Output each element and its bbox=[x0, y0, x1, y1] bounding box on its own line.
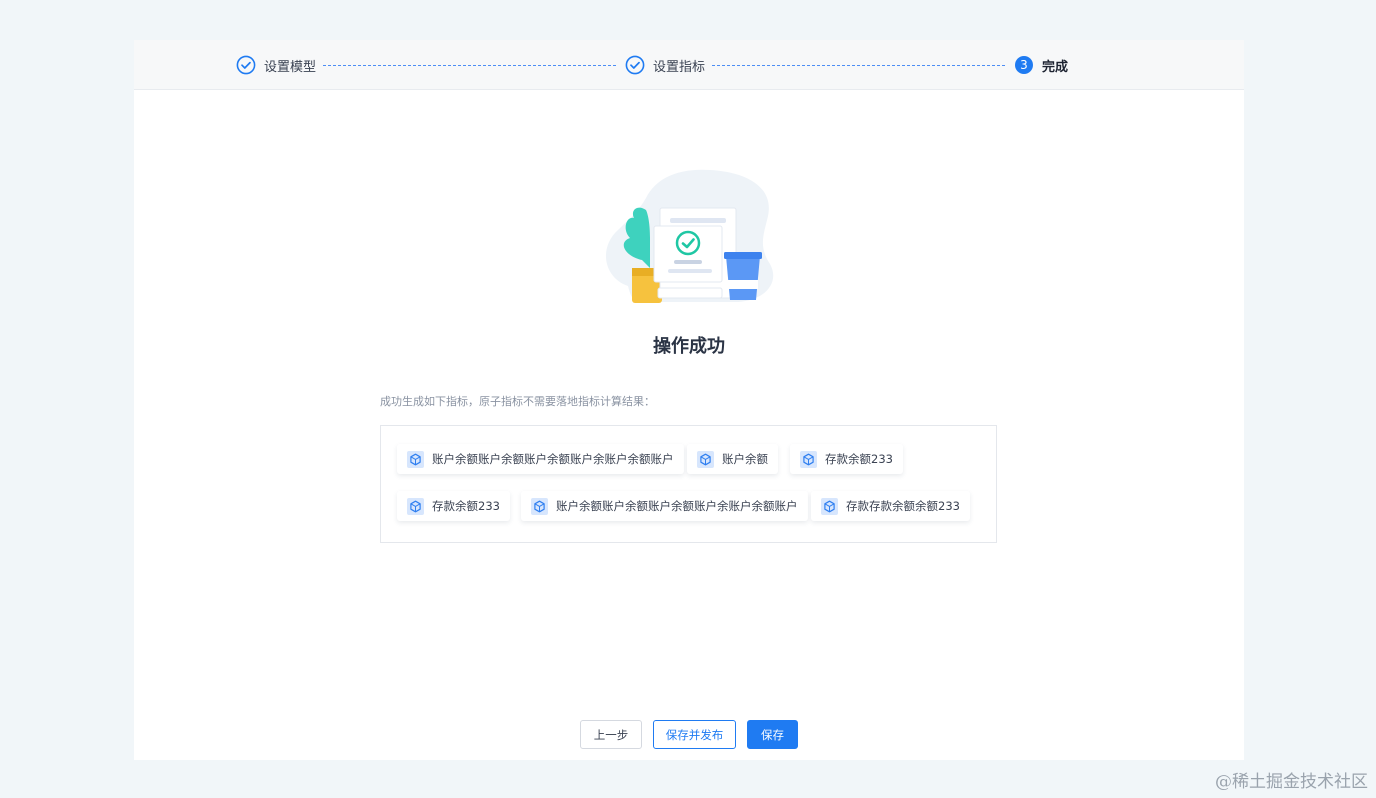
metric-chip[interactable]: 存款存款余额余额233 bbox=[811, 491, 970, 521]
step-set-model[interactable]: 设置模型 bbox=[236, 55, 316, 75]
metric-label: 账户余额账户余额账户余额账户余账户余额账户 bbox=[432, 452, 674, 466]
metric-cube-icon bbox=[697, 450, 714, 468]
step-complete[interactable]: 3 完成 bbox=[1015, 55, 1068, 75]
watermark: @稀土掘金技术社区 bbox=[1215, 772, 1368, 792]
steps-bar: 设置模型 设置指标 3 完成 bbox=[134, 40, 1244, 90]
metric-label: 账户余额账户余额账户余额账户余账户余额账户 bbox=[556, 499, 798, 513]
result-description: 成功生成如下指标，原子指标不需要落地指标计算结果： bbox=[380, 395, 655, 408]
metric-chip[interactable]: 账户余额账户余额账户余额账户余账户余额账户 bbox=[397, 444, 684, 474]
metric-cube-icon bbox=[821, 497, 838, 515]
step-label: 设置指标 bbox=[653, 59, 706, 75]
result-title: 操作成功 bbox=[653, 336, 725, 357]
metric-chip[interactable]: 存款余额233 bbox=[790, 444, 903, 474]
metric-chip[interactable]: 账户余额账户余额账户余额账户余账户余额账户 bbox=[521, 491, 808, 521]
metric-chip[interactable]: 账户余额 bbox=[687, 444, 778, 474]
metric-chip[interactable]: 存款余额233 bbox=[397, 491, 510, 521]
metric-cube-icon bbox=[531, 497, 548, 515]
check-circle-icon bbox=[625, 55, 645, 75]
success-illustration bbox=[605, 169, 774, 303]
step-set-metrics[interactable]: 设置指标 bbox=[625, 55, 705, 75]
metric-cube-icon bbox=[800, 450, 817, 468]
metric-cube-icon bbox=[407, 497, 424, 515]
save-button[interactable]: 保存 bbox=[747, 720, 798, 749]
step-number-badge: 3 bbox=[1015, 56, 1033, 74]
previous-step-button[interactable]: 上一步 bbox=[580, 720, 642, 749]
step-connector bbox=[712, 65, 1005, 66]
save-and-publish-button[interactable]: 保存并发布 bbox=[653, 720, 736, 749]
metric-label: 存款存款余额余额233 bbox=[846, 499, 960, 513]
metric-label: 存款余额233 bbox=[825, 452, 893, 466]
step-label: 完成 bbox=[1042, 59, 1069, 75]
generated-metrics-list: 账户余额账户余额账户余额账户余账户余额账户 账户余额 存款余额233 存款余额2… bbox=[380, 425, 997, 543]
metric-label: 存款余额233 bbox=[432, 499, 500, 513]
metric-label: 账户余额 bbox=[722, 452, 768, 466]
metric-cube-icon bbox=[407, 450, 424, 468]
step-connector bbox=[323, 65, 616, 66]
step-label: 设置模型 bbox=[264, 59, 317, 75]
check-circle-icon bbox=[236, 55, 256, 75]
wizard-panel: 设置模型 设置指标 3 完成 操作成功 成功生成如下指标，原子指标不需要落地指标… bbox=[134, 40, 1244, 760]
